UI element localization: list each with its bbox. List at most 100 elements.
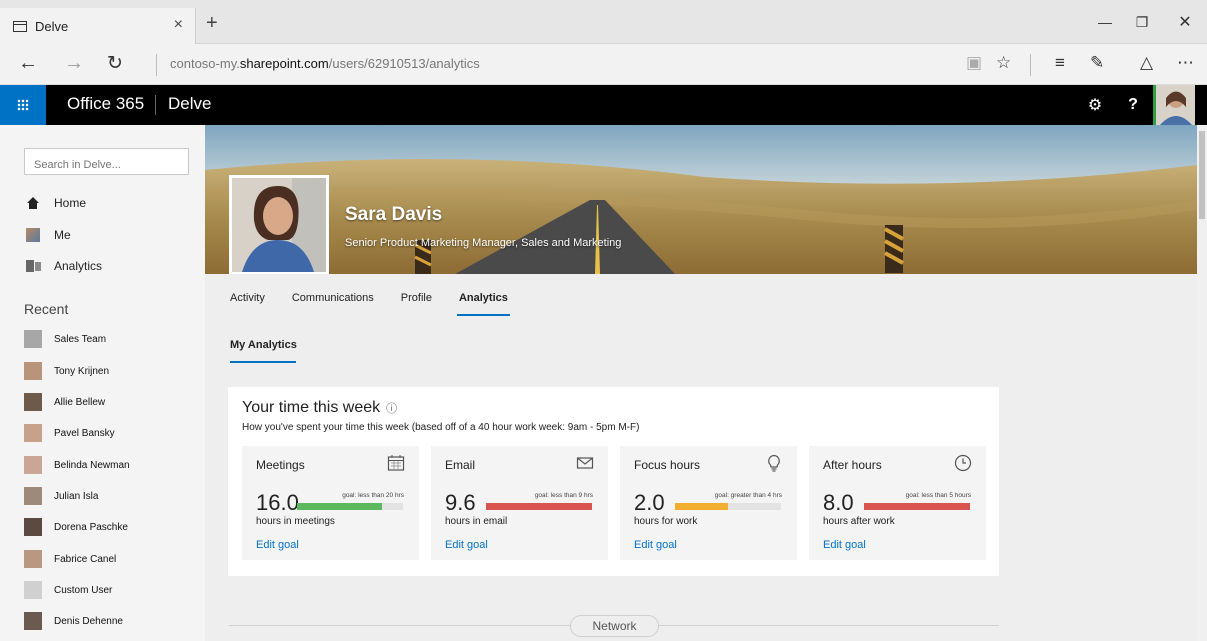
avatar <box>24 487 42 505</box>
restore-icon[interactable]: ❐ <box>1119 14 1165 31</box>
recent-item[interactable]: Allie Bellew <box>24 392 105 412</box>
recent-item[interactable]: Belinda Newman <box>24 455 130 475</box>
hub-icon[interactable]: ≡ <box>1055 53 1065 73</box>
tile-goal: goal: greater than 4 hrs <box>714 492 782 499</box>
tile-name: Focus hours <box>634 458 701 472</box>
recent-item[interactable]: Tony Krijnen <box>24 361 109 381</box>
app-name[interactable]: Delve <box>168 94 211 114</box>
edit-goal-link[interactable]: Edit goal <box>445 539 488 551</box>
recent-item[interactable]: Fabrice Canel <box>24 549 116 569</box>
avatar <box>24 362 42 380</box>
recent-item-label: Pavel Bansky <box>54 427 115 439</box>
tile-unit: hours for work <box>634 516 698 527</box>
tab-profile[interactable]: Profile <box>401 292 432 316</box>
avatar-photo <box>1156 85 1195 125</box>
account-avatar[interactable] <box>1153 85 1195 125</box>
tile-value: 8.0 <box>823 490 854 515</box>
refresh-icon[interactable]: ↻ <box>107 52 123 75</box>
app-launcher-button[interactable] <box>0 85 46 125</box>
recent-item-label: Fabrice Canel <box>54 553 117 565</box>
progress-fill <box>297 503 382 510</box>
tab-page-icon <box>13 20 27 32</box>
scrollbar-thumb[interactable] <box>1199 131 1205 219</box>
recent-item-label: Allie Bellew <box>54 396 106 408</box>
recent-item-label: Denis Dehenne <box>54 615 123 627</box>
sidebar-item-label: Me <box>54 228 71 242</box>
favorite-star-icon[interactable]: ☆ <box>996 53 1011 73</box>
progress-bar <box>297 503 403 510</box>
progress-fill <box>486 503 592 510</box>
more-icon[interactable]: ⋯ <box>1177 53 1194 73</box>
lightbulb-icon <box>765 454 783 477</box>
recent-heading: Recent <box>24 301 69 317</box>
banner-image <box>205 125 1197 274</box>
forward-icon[interactable]: → <box>64 52 84 75</box>
avatar <box>24 456 42 474</box>
recent-item[interactable]: Julian Isla <box>24 486 98 506</box>
help-button[interactable]: ? <box>1115 85 1151 125</box>
recent-item[interactable]: Pavel Bansky <box>24 423 115 443</box>
card-title: Your time this week ⓘ <box>242 399 397 417</box>
search-input[interactable] <box>24 148 189 175</box>
waffle-icon <box>17 99 29 111</box>
card-title-text: Your time this week <box>242 399 381 416</box>
recent-item-label: Sales Team <box>54 333 107 345</box>
tile-value: 2.0 <box>634 490 665 515</box>
web-note-icon[interactable]: ✎ <box>1090 53 1104 73</box>
recent-item-label: Belinda Newman <box>54 459 130 471</box>
calendar-icon <box>387 454 405 477</box>
network-section-button[interactable]: Network <box>570 615 659 637</box>
profile-photo[interactable] <box>229 175 329 274</box>
reading-view-icon[interactable]: ▣ <box>966 53 982 73</box>
profile-tabs: Activity Communications Profile Analytic… <box>230 292 535 316</box>
tile-unit: hours after work <box>823 516 895 527</box>
tile-goal: goal: less than 9 hrs <box>534 492 593 499</box>
clock-icon <box>954 454 972 477</box>
share-icon[interactable]: △ <box>1140 53 1153 73</box>
new-tab-button[interactable]: + <box>206 12 218 35</box>
tile-unit: hours in meetings <box>256 516 335 527</box>
info-icon[interactable]: ⓘ <box>386 403 397 415</box>
recent-item[interactable]: Sales Team <box>24 329 106 349</box>
tile-email: Email 9.6 goal: less than 9 hrs hours in… <box>431 446 608 560</box>
main-content: Sara Davis Senior Product Marketing Mana… <box>205 125 1197 641</box>
recent-item[interactable]: Custom User <box>24 580 112 600</box>
url-field[interactable]: contoso-my.sharepoint.com/users/62910513… <box>170 56 480 71</box>
back-icon[interactable]: ← <box>18 52 38 75</box>
url-path: /users/62910513/analytics <box>328 56 480 71</box>
tab-title: Delve <box>35 18 69 34</box>
edit-goal-link[interactable]: Edit goal <box>823 539 866 551</box>
office-brand[interactable]: Office 365 <box>67 94 144 114</box>
settings-gear-icon[interactable]: ⚙ <box>1077 85 1113 125</box>
tile-meetings: Meetings 16.0 goal: less than 20 hrs hou… <box>242 446 419 560</box>
tile-goal: goal: less than 5 hours <box>905 492 971 499</box>
tile-name: Meetings <box>256 458 305 472</box>
sidebar-item-analytics[interactable]: Analytics <box>26 255 102 277</box>
divider <box>155 95 156 115</box>
tab-analytics[interactable]: Analytics <box>456 292 510 316</box>
recent-item[interactable]: Dorena Paschke <box>24 517 128 537</box>
sidebar-item-me[interactable]: Me <box>26 224 71 246</box>
time-this-week-card: Your time this week ⓘ How you've spent yo… <box>228 387 999 576</box>
browser-tab-bar: Delve × + — ❐ ✕ <box>0 0 1207 44</box>
close-icon[interactable]: ✕ <box>1162 12 1207 32</box>
tab-my-analytics[interactable]: My Analytics <box>230 339 297 363</box>
sidebar-item-home[interactable]: Home <box>26 192 86 214</box>
page-scrollbar[interactable] <box>1197 125 1207 641</box>
recent-item[interactable]: Denis Dehenne <box>24 611 123 631</box>
edit-goal-link[interactable]: Edit goal <box>256 539 299 551</box>
sidebar-item-label: Home <box>54 196 87 210</box>
left-sidebar: Home Me Analytics Recent Sales Team Tony… <box>0 125 205 641</box>
divider <box>1030 54 1031 76</box>
progress-fill <box>675 503 728 510</box>
url-prefix: contoso-my. <box>170 56 240 71</box>
edit-goal-link[interactable]: Edit goal <box>634 539 677 551</box>
url-domain: sharepoint.com <box>239 56 329 71</box>
profile-banner: Sara Davis Senior Product Marketing Mana… <box>205 125 1197 274</box>
browser-tab[interactable]: Delve × <box>0 8 196 44</box>
tab-activity[interactable]: Activity <box>230 292 265 316</box>
profile-name: Sara Davis <box>345 204 443 225</box>
avatar <box>24 393 42 411</box>
tab-communications[interactable]: Communications <box>292 292 374 316</box>
tab-close-icon[interactable]: × <box>174 16 183 34</box>
